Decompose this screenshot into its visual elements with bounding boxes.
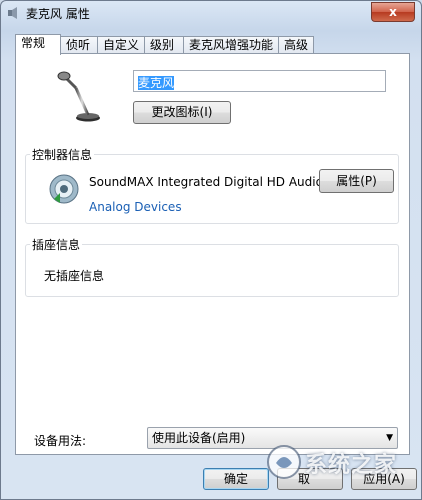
dropdown-arrow-icon: ▼ [386, 433, 393, 443]
tab-levels[interactable]: 级别 [144, 36, 184, 53]
tab-levels-label: 级别 [150, 38, 175, 52]
dialog-button-bar: 确定 取 应用(A) [1, 463, 421, 499]
jack-info-group: 插座信息 无插座信息 [25, 236, 399, 297]
close-button[interactable]: x [371, 2, 415, 22]
microphone-icon [57, 71, 100, 122]
window-title: 麦克风 属性 [26, 7, 90, 21]
device-usage-select[interactable]: 使用此设备(启用) ▼ [147, 427, 398, 449]
jack-info-label: 插座信息 [30, 236, 83, 253]
ok-button[interactable]: 确定 [203, 468, 269, 490]
tab-enhancements-label: 麦克风增强功能 [189, 38, 274, 52]
tab-listen[interactable]: 侦听 [60, 36, 98, 53]
properties-button[interactable]: 属性(P) [319, 169, 394, 193]
jack-info-text: 无插座信息 [44, 269, 105, 283]
tab-listen-label: 侦听 [66, 38, 91, 52]
controller-info-label: 控制器信息 [30, 146, 95, 163]
change-icon-button[interactable]: 更改图标(I) [133, 101, 231, 124]
tab-enhancements[interactable]: 麦克风增强功能 [183, 36, 279, 53]
tab-advanced[interactable]: 高级 [278, 36, 314, 53]
tab-general[interactable]: 常规 [15, 34, 61, 55]
tab-custom[interactable]: 自定义 [97, 36, 145, 53]
device-usage-label: 设备用法: [34, 434, 87, 448]
controller-info-group: 控制器信息 SoundMAX Integrated Digital HD Aud… [25, 146, 399, 224]
apply-button[interactable]: 应用(A) [351, 468, 417, 490]
tab-general-label: 常规 [21, 36, 46, 50]
properties-window: 麦克风 属性 x 常规 侦听 自定义 级别 麦克风增强功能 高级 麦克风 更改图… [0, 0, 422, 500]
controller-device-name: SoundMAX Integrated Digital HD Audio [89, 175, 323, 189]
vendor-link[interactable]: Analog Devices [89, 200, 182, 214]
tab-advanced-label: 高级 [284, 38, 309, 52]
device-name-value: 麦克风 [138, 76, 175, 90]
speaker-app-icon [8, 7, 17, 19]
tab-custom-label: 自定义 [103, 38, 140, 52]
device-name-input[interactable]: 麦克风 [133, 70, 386, 92]
device-usage-value: 使用此设备(启用) [152, 431, 246, 445]
cancel-button[interactable]: 取 [277, 468, 343, 490]
title-bar: 麦克风 属性 x [1, 1, 421, 25]
general-panel: 麦克风 更改图标(I) 控制器信息 SoundMAX Integrated Di… [15, 53, 410, 455]
close-icon: x [389, 5, 397, 19]
speaker-icon [49, 174, 79, 204]
